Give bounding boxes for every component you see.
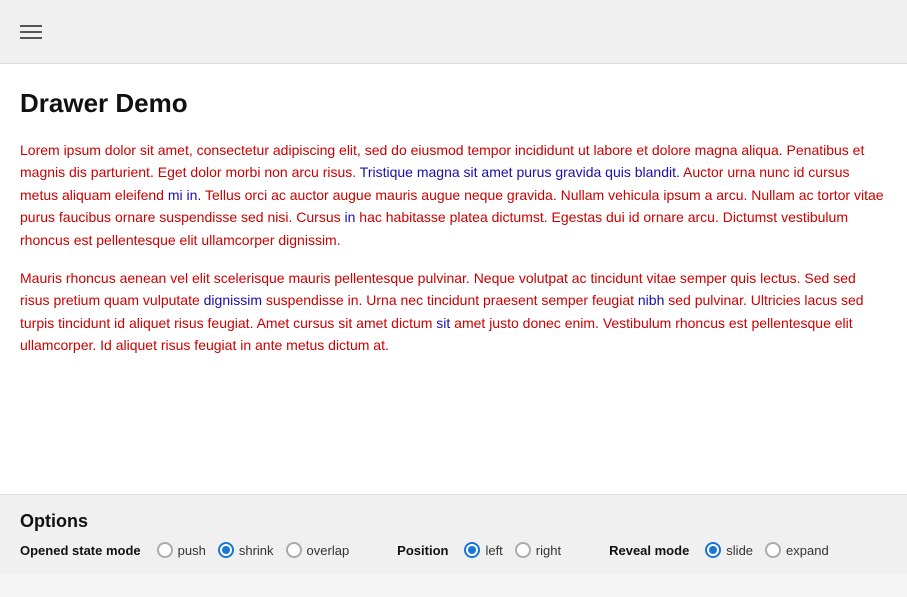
opened-state-mode-group: Opened state mode push shrink overlap — [20, 542, 349, 558]
hamburger-bar-2 — [20, 31, 42, 33]
position-group: Position left right — [397, 542, 561, 558]
header-bar — [0, 0, 907, 64]
radio-overlap[interactable]: overlap — [286, 542, 350, 558]
page-title: Drawer Demo — [20, 88, 887, 119]
radio-shrink-label: shrink — [239, 543, 274, 558]
radio-push-input[interactable] — [157, 542, 173, 558]
radio-left[interactable]: left — [464, 542, 502, 558]
opened-state-mode-label: Opened state mode — [20, 543, 141, 558]
radio-right-input[interactable] — [515, 542, 531, 558]
radio-slide[interactable]: slide — [705, 542, 753, 558]
radio-push[interactable]: push — [157, 542, 206, 558]
radio-slide-label: slide — [726, 543, 753, 558]
reveal-mode-label: Reveal mode — [609, 543, 689, 558]
options-panel: Options Opened state mode push shrink ov… — [0, 494, 907, 574]
hamburger-bar-3 — [20, 37, 42, 39]
radio-right[interactable]: right — [515, 542, 561, 558]
radio-shrink[interactable]: shrink — [218, 542, 274, 558]
position-label: Position — [397, 543, 448, 558]
radio-shrink-input[interactable] — [218, 542, 234, 558]
options-row: Opened state mode push shrink overlap Po… — [20, 542, 887, 558]
radio-overlap-label: overlap — [307, 543, 350, 558]
options-title: Options — [20, 511, 887, 532]
radio-push-label: push — [178, 543, 206, 558]
radio-slide-input[interactable] — [705, 542, 721, 558]
hamburger-button[interactable] — [16, 21, 46, 43]
radio-expand-input[interactable] — [765, 542, 781, 558]
reveal-mode-group: Reveal mode slide expand — [609, 542, 829, 558]
radio-overlap-input[interactable] — [286, 542, 302, 558]
main-content: Drawer Demo Lorem ipsum dolor sit amet, … — [0, 64, 907, 494]
radio-left-label: left — [485, 543, 502, 558]
hamburger-bar-1 — [20, 25, 42, 27]
paragraph-2: Mauris rhoncus aenean vel elit scelerisq… — [20, 267, 887, 357]
paragraph-1: Lorem ipsum dolor sit amet, consectetur … — [20, 139, 887, 251]
radio-expand-label: expand — [786, 543, 829, 558]
radio-left-input[interactable] — [464, 542, 480, 558]
radio-right-label: right — [536, 543, 561, 558]
radio-expand[interactable]: expand — [765, 542, 829, 558]
